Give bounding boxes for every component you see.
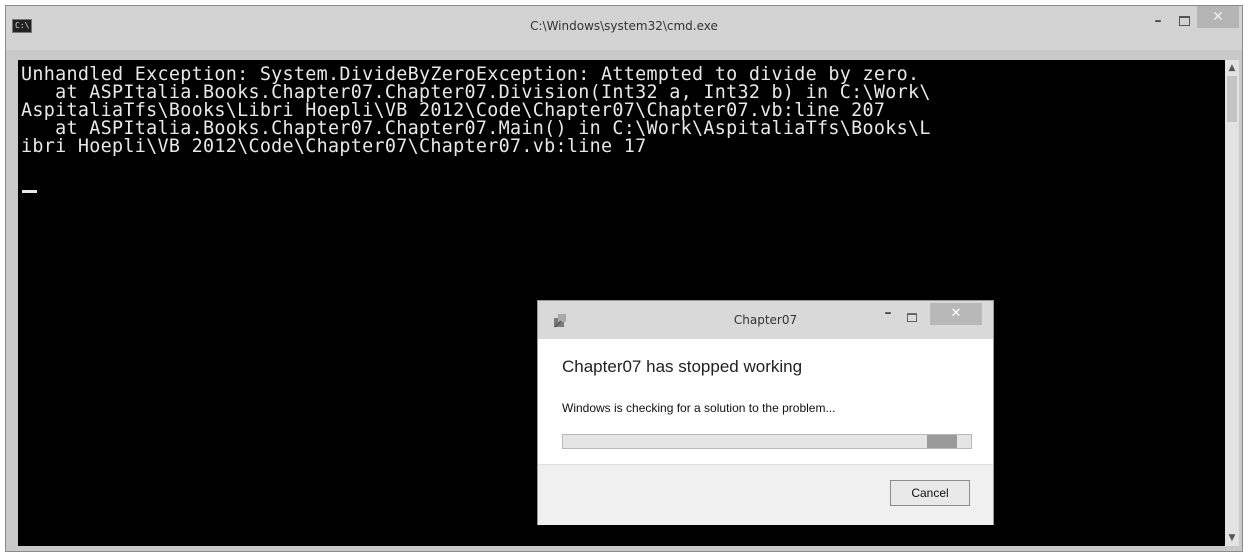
- cancel-button[interactable]: Cancel: [890, 480, 970, 506]
- dialog-title: Chapter07: [733, 313, 798, 327]
- dialog-message: Windows is checking for a solution to th…: [562, 401, 836, 415]
- dialog-maximize-button[interactable]: [902, 307, 922, 326]
- vertical-scrollbar[interactable]: ▲ ▼: [1225, 60, 1239, 546]
- console-cursor: [22, 190, 37, 193]
- progress-indicator: [927, 435, 958, 448]
- dialog-heading: Chapter07 has stopped working: [562, 357, 803, 376]
- minimize-button[interactable]: –: [1144, 12, 1172, 30]
- close-button[interactable]: ✕: [1197, 6, 1239, 28]
- maximize-icon: [907, 313, 917, 322]
- error-dialog: Chapter07 – ✕ Chapter07 has stopped work…: [537, 300, 994, 525]
- dialog-minimize-button[interactable]: –: [878, 305, 898, 321]
- scrollbar-thumb[interactable]: [1227, 76, 1237, 122]
- cmd-titlebar[interactable]: C:\ C:\Windows\system32\cmd.exe – ✕: [6, 6, 1242, 50]
- dialog-footer: Cancel: [538, 464, 993, 525]
- maximize-icon: [1178, 16, 1190, 26]
- dialog-titlebar[interactable]: Chapter07 – ✕: [538, 301, 993, 339]
- scroll-down-button[interactable]: ▼: [1225, 530, 1239, 546]
- console-line: ibri Hoepli\VB 2012\Code\Chapter07\Chapt…: [21, 136, 647, 157]
- progress-bar: [562, 434, 972, 449]
- scroll-up-button[interactable]: ▲: [1225, 60, 1239, 76]
- dialog-body: Chapter07 has stopped working Windows is…: [538, 339, 993, 464]
- dialog-close-button[interactable]: ✕: [930, 303, 982, 325]
- window-title: C:\Windows\system32\cmd.exe: [530, 19, 718, 33]
- maximize-button[interactable]: [1170, 12, 1198, 30]
